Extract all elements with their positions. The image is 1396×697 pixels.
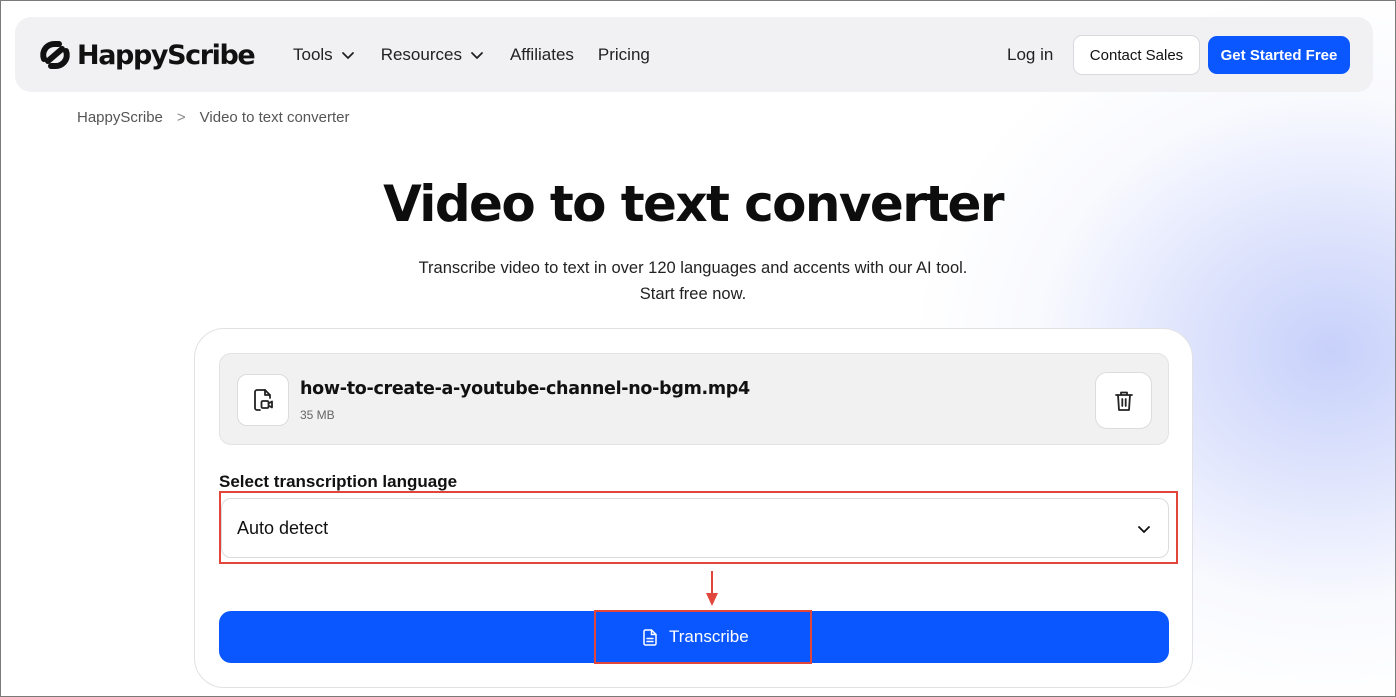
logo[interactable]: HappyScribe: [37, 37, 256, 73]
breadcrumb: HappyScribe > Video to text converter: [77, 109, 349, 126]
uploaded-file: how-to-create-a-youtube-channel-no-bgm.m…: [219, 353, 1169, 445]
language-label: Select transcription language: [219, 472, 458, 491]
nav-tools[interactable]: Tools: [293, 45, 355, 65]
annotation-arrow-icon: [706, 571, 718, 606]
chevron-down-icon: [1138, 526, 1150, 533]
document-icon: [643, 628, 657, 646]
happyscribe-logo-icon: [40, 41, 70, 69]
chevron-down-icon: [341, 52, 354, 59]
language-select-value: Auto detect: [237, 517, 329, 538]
upload-card: how-to-create-a-youtube-channel-no-bgm.m…: [194, 328, 1193, 688]
transcribe-label: Transcribe: [669, 627, 749, 646]
subtitle-line-2: Start free now.: [639, 285, 747, 303]
transcribe-button-content: Transcribe: [643, 611, 749, 663]
contact-sales-button[interactable]: Contact Sales: [1073, 35, 1200, 75]
file-type-badge: [237, 374, 289, 426]
file-size: 35 MB: [300, 408, 335, 422]
nav-resources-label: Resources: [380, 45, 462, 64]
page-title: Video to text converter: [383, 175, 1004, 233]
nav-tools-label: Tools: [293, 45, 333, 64]
logo-text: HappyScribe: [77, 39, 256, 71]
page-subtitle: Transcribe video to text in over 120 lan…: [1, 255, 1385, 307]
subtitle-line-1: Transcribe video to text in over 120 lan…: [418, 259, 968, 277]
get-started-button[interactable]: Get Started Free: [1208, 36, 1350, 74]
breadcrumb-current: Video to text converter: [199, 109, 350, 126]
transcribe-button[interactable]: Transcribe: [219, 611, 1169, 663]
page-frame: HappyScribe Tools Resources Affiliates P…: [0, 0, 1396, 697]
file-name: how-to-create-a-youtube-channel-no-bgm.m…: [300, 379, 750, 399]
nav-resources[interactable]: Resources: [381, 45, 484, 65]
delete-file-button[interactable]: [1095, 372, 1152, 429]
breadcrumb-separator: >: [176, 109, 186, 126]
nav-links: Tools Resources Affiliates Pricing: [293, 45, 650, 65]
nav-pricing[interactable]: Pricing: [598, 45, 650, 65]
navbar: HappyScribe Tools Resources Affiliates P…: [15, 17, 1373, 92]
breadcrumb-home[interactable]: HappyScribe: [77, 109, 163, 126]
nav-affiliates[interactable]: Affiliates: [510, 45, 574, 65]
trash-icon: [1114, 391, 1133, 411]
login-link[interactable]: Log in: [1007, 45, 1053, 65]
chevron-down-icon: [471, 52, 483, 59]
language-select[interactable]: Auto detect: [221, 498, 1169, 558]
video-file-icon: [254, 389, 273, 411]
